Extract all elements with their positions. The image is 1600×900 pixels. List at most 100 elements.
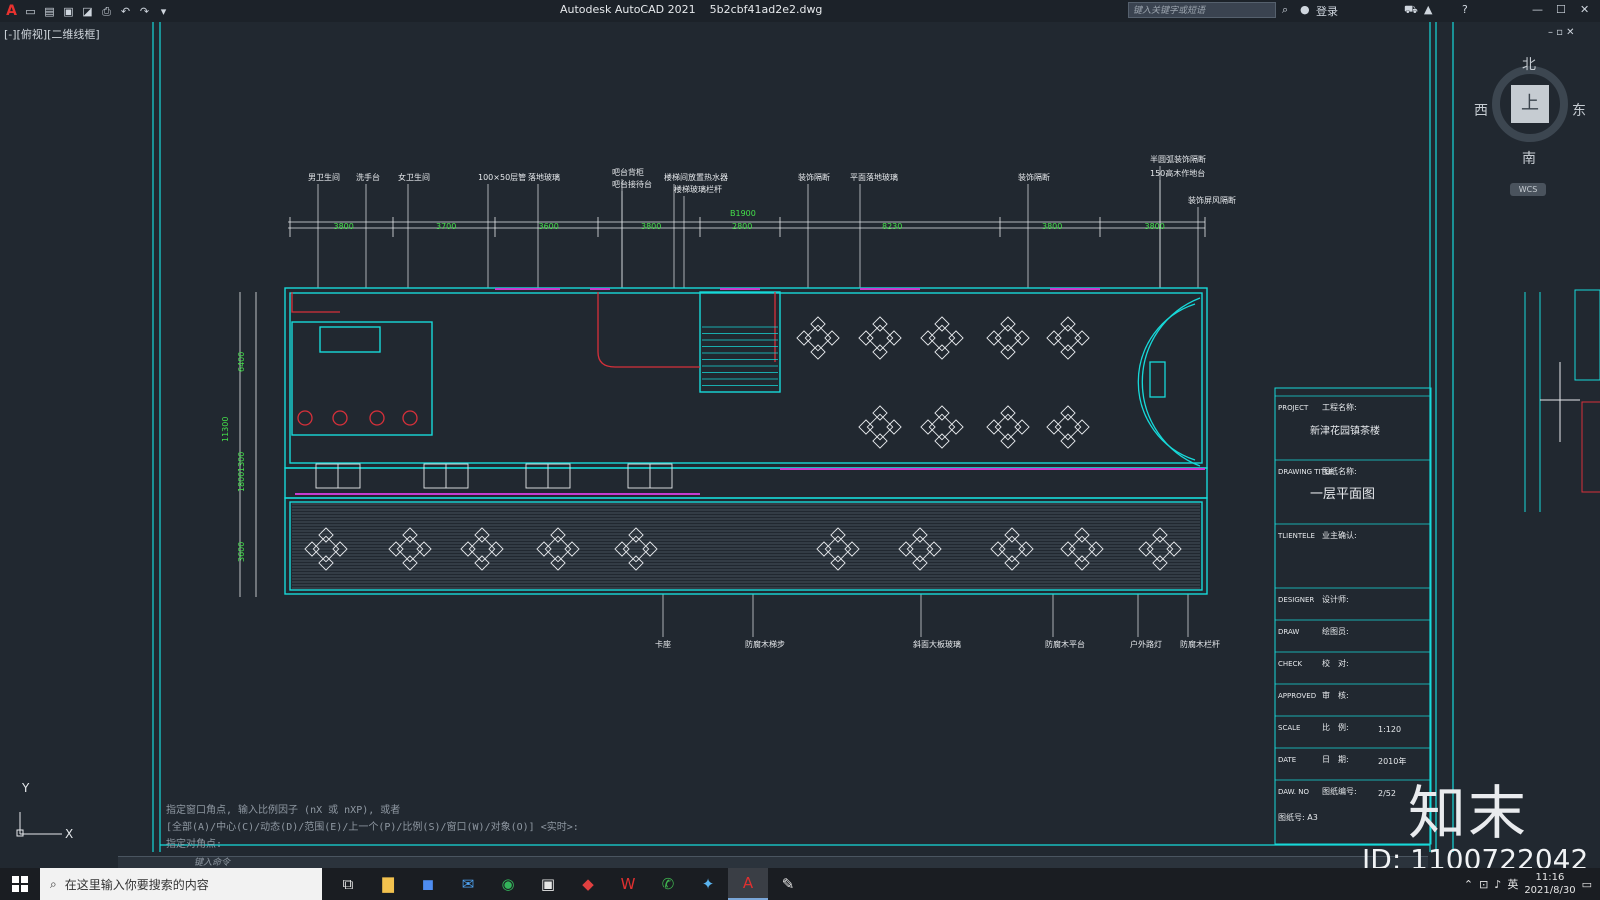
photos-icon[interactable]: ▣ bbox=[528, 868, 568, 900]
bottom-annotation-labels: 卡座 防腐木梯步 斜面大板玻璃 防腐木平台 户外路灯 防腐木栏杆 bbox=[655, 639, 1220, 649]
customize-toolbar-icon[interactable]: ▾ bbox=[156, 4, 171, 19]
annotation-label: 装饰隔断 bbox=[1018, 172, 1050, 182]
title-block-field-cn: 绘图员: bbox=[1322, 626, 1349, 636]
ucs-icon bbox=[16, 812, 62, 837]
autocad-icon[interactable]: A bbox=[728, 868, 768, 900]
command-input[interactable]: 键入命令 bbox=[118, 856, 1428, 868]
dimension-value: 3700 bbox=[436, 222, 456, 231]
dimension-value: 1800 bbox=[237, 472, 246, 492]
command-history: 指定窗口角点, 输入比例因子 (nX 或 nXP), 或者 [全部(A)/中心(… bbox=[166, 802, 579, 853]
a360-icon[interactable]: ▲ bbox=[1424, 3, 1432, 16]
autocad-logo-icon[interactable]: A bbox=[4, 3, 19, 19]
ime-indicator[interactable]: 英 bbox=[1507, 876, 1518, 892]
cart-icon[interactable]: ⛟ bbox=[1404, 3, 1418, 18]
system-tray: ⌃ ⊡ ♪ 英 11:16 2021/8/30 ▭ bbox=[1464, 868, 1600, 900]
compass-west[interactable]: 西 bbox=[1474, 100, 1488, 120]
wcs-menu[interactable]: WCS bbox=[1510, 183, 1546, 196]
chair bbox=[934, 405, 950, 421]
annotation-label: 洗手台 bbox=[356, 172, 380, 182]
help-icon[interactable]: ? bbox=[1462, 3, 1468, 16]
compass-north[interactable]: 北 bbox=[1522, 54, 1536, 74]
network-icon[interactable]: ⊡ bbox=[1479, 878, 1488, 891]
notification-icon[interactable]: ▭ bbox=[1582, 878, 1592, 891]
title-block-field-cn: 校 对: bbox=[1322, 658, 1349, 668]
windows-start-icon[interactable] bbox=[0, 868, 40, 900]
file-explorer-icon[interactable]: ▇ bbox=[368, 868, 408, 900]
chair bbox=[934, 344, 950, 360]
table-set bbox=[1046, 316, 1090, 360]
user-icon[interactable]: ● bbox=[1300, 3, 1310, 16]
title-block-field-en: CHECK bbox=[1278, 660, 1302, 668]
store-icon[interactable]: ◼ bbox=[408, 868, 448, 900]
dimension-value: 11300 bbox=[221, 417, 230, 442]
command-history-line: [全部(A)/中心(C)/动态(D)/范围(E)/上一个(P)/比例(S)/窗口… bbox=[166, 822, 579, 833]
compass-south[interactable]: 南 bbox=[1522, 148, 1536, 168]
dimension-value: 3800 bbox=[1145, 222, 1165, 231]
plot-icon[interactable]: ⎙ bbox=[99, 4, 114, 19]
undo-icon[interactable]: ↶ bbox=[118, 4, 133, 19]
taskbar-search-input[interactable]: ⌕ 在这里输入你要搜索的内容 bbox=[40, 868, 322, 900]
table-top bbox=[1054, 413, 1082, 441]
chair bbox=[1060, 316, 1076, 332]
redo-icon[interactable]: ↷ bbox=[137, 4, 152, 19]
chair bbox=[1060, 344, 1076, 360]
dimension-value: 3800 bbox=[641, 222, 661, 231]
chair bbox=[920, 419, 936, 435]
sketch-app-icon[interactable]: ✎ bbox=[768, 868, 808, 900]
volume-icon[interactable]: ♪ bbox=[1494, 878, 1501, 891]
tray-chevron-icon[interactable]: ⌃ bbox=[1464, 878, 1473, 891]
table-top bbox=[866, 413, 894, 441]
annotation-label: 防腐木梯步 bbox=[745, 639, 785, 649]
table-set bbox=[858, 316, 902, 360]
table-set bbox=[858, 405, 902, 449]
new-file-icon[interactable]: ▭ bbox=[23, 4, 38, 19]
chair bbox=[948, 330, 964, 346]
top-annotation-labels: 男卫生间 洗手台 女卫生间 100×50层管 落地玻璃 吧台背柜吧台接待台 楼梯间放置热水器… bbox=[308, 154, 1236, 205]
browser-icon[interactable]: ◉ bbox=[488, 868, 528, 900]
viewcube-top-face[interactable]: 上 bbox=[1511, 85, 1549, 123]
search-icon[interactable]: ⌕ bbox=[1282, 3, 1288, 17]
chair bbox=[810, 344, 826, 360]
annotation-label: 男卫生间 bbox=[308, 172, 340, 182]
chair bbox=[1000, 316, 1016, 332]
command-history-line: 指定对角点: bbox=[166, 839, 223, 850]
save-as-icon[interactable]: ◪ bbox=[80, 4, 95, 19]
minimize-icon[interactable]: — bbox=[1532, 3, 1543, 16]
title-block-field-en: SCALE bbox=[1278, 724, 1300, 732]
taskbar-search-icon: ⌕ bbox=[50, 876, 57, 891]
chair bbox=[986, 330, 1002, 346]
chair bbox=[886, 419, 902, 435]
title-block-field-cn: 比 例: bbox=[1322, 722, 1349, 732]
table-top bbox=[928, 413, 956, 441]
viewcube[interactable]: 上 北 南 西 东 bbox=[1474, 57, 1586, 167]
wps-icon[interactable]: W bbox=[608, 868, 648, 900]
close-icon[interactable]: ✕ bbox=[1580, 3, 1589, 16]
title-block: PROJECT 工程名称:新津花园镇茶楼DRAWING TITLE图纸名称:一层平… bbox=[1275, 395, 1431, 822]
watermark-logo: 知末 bbox=[1408, 779, 1529, 847]
bird-app-icon[interactable]: ✦ bbox=[688, 868, 728, 900]
mail-icon[interactable]: ✉ bbox=[448, 868, 488, 900]
open-file-icon[interactable]: ▤ bbox=[42, 4, 57, 19]
presentation-icon[interactable]: ◆ bbox=[568, 868, 608, 900]
file-name: 5b2cbf41ad2e2.dwg bbox=[709, 3, 823, 16]
compass-east[interactable]: 东 bbox=[1572, 100, 1586, 120]
search-input[interactable]: 键入关键字或短语 bbox=[1128, 2, 1276, 18]
login-button[interactable]: 登录 bbox=[1316, 3, 1338, 19]
clock[interactable]: 11:16 2021/8/30 bbox=[1524, 871, 1575, 897]
wechat-icon[interactable]: ✆ bbox=[648, 868, 688, 900]
leader-lines bbox=[317, 166, 1199, 637]
chair bbox=[1060, 405, 1076, 421]
dimension-value: 3600 bbox=[539, 222, 559, 231]
maximize-icon[interactable]: ☐ bbox=[1556, 3, 1566, 16]
annotation-label: 100×50层管 bbox=[478, 172, 526, 182]
title-block-paper: 图纸号: A3 bbox=[1278, 812, 1318, 822]
table-set bbox=[986, 316, 1030, 360]
toilet-fixtures bbox=[297, 410, 418, 426]
annotation-label: 斜面大板玻璃 bbox=[913, 639, 961, 649]
command-history-line: 指定窗口角点, 输入比例因子 (nX 或 nXP), 或者 bbox=[166, 805, 401, 816]
chair bbox=[810, 316, 826, 332]
task-view-icon[interactable]: ⧉ bbox=[328, 868, 368, 900]
drawing-canvas[interactable]: 3800 3700 3600 3800 2800 8230 3800 3800 B1900 640… bbox=[0, 22, 1600, 852]
save-icon[interactable]: ▣ bbox=[61, 4, 76, 19]
annotation-label: 150高木作地台 bbox=[1150, 168, 1205, 178]
